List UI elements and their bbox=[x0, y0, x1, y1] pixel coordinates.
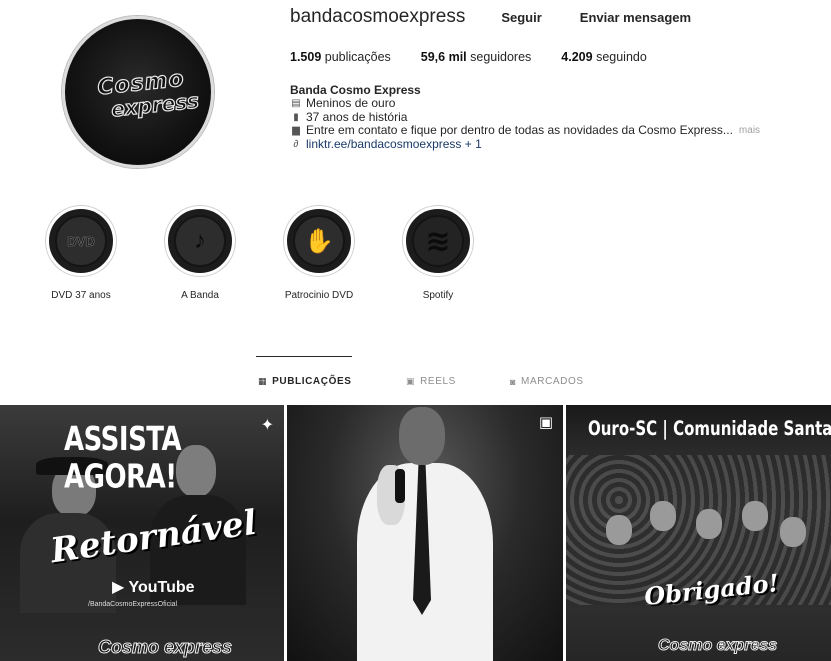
post-handle: /BandaCosmoExpressOficial bbox=[88, 601, 178, 608]
person-image bbox=[696, 509, 722, 539]
highlight-cover: ✋ bbox=[284, 206, 354, 276]
highlight-patrocinio[interactable]: ✋ Patrocinio DVD bbox=[264, 206, 374, 301]
story-highlights: DVD DVD 37 anos ♪ A Banda ✋ Patrocinio D… bbox=[0, 206, 831, 316]
tab-posts[interactable]: ▦ PUBLICAÇÕES bbox=[258, 376, 352, 387]
tab-label: REELS bbox=[420, 376, 456, 387]
highlight-spotify[interactable]: ≋ Spotify bbox=[383, 206, 493, 301]
person-image bbox=[399, 407, 445, 465]
bio-link[interactable]: linktr.ee/bandacosmoexpress + 1 bbox=[306, 137, 482, 151]
send-message-button[interactable]: Enviar mensagem bbox=[580, 8, 691, 27]
highlight-glyph: ✋ bbox=[304, 227, 334, 255]
highlight-cover: DVD bbox=[46, 206, 116, 276]
person-image bbox=[650, 501, 676, 531]
profile-tabs: ▦ PUBLICAÇÕES ▣ REELS ◙ MARCADOS bbox=[0, 356, 831, 396]
person-image bbox=[742, 501, 768, 531]
highlight-label: Spotify bbox=[422, 290, 454, 301]
profile-header: bandacosmoexpress Seguir Enviar mensagem bbox=[290, 6, 729, 28]
profile-stats: 1.509 publicações 59,6 mil seguidores 4.… bbox=[290, 50, 677, 64]
followers-count-value: 59,6 mil bbox=[420, 50, 467, 64]
username: bandacosmoexpress bbox=[290, 6, 466, 27]
handshake-icon: ✋ bbox=[293, 215, 345, 267]
posts-count: 1.509 publicações bbox=[290, 50, 391, 64]
following-count-label: seguindo bbox=[596, 50, 647, 64]
microphone-image bbox=[395, 469, 405, 503]
tab-tagged[interactable]: ◙ MARCADOS bbox=[510, 376, 584, 387]
posts-grid: ASSISTA AGORA! Retornável ▶ YouTube /Ban… bbox=[0, 405, 831, 661]
highlight-dvd[interactable]: DVD DVD 37 anos bbox=[26, 206, 136, 301]
medal-icon: ▤ bbox=[291, 98, 301, 110]
bio-line-text: 37 anos de história bbox=[306, 109, 408, 124]
post-tile[interactable]: Ouro-SC | Comunidade Santa lúcia Obrigad… bbox=[566, 405, 831, 661]
bio-more-link[interactable]: mais bbox=[739, 124, 760, 137]
reels-icon: ▣ bbox=[406, 376, 416, 386]
person-image bbox=[780, 517, 806, 547]
post-logo: Cosmo express bbox=[97, 637, 233, 658]
tab-reels[interactable]: ▣ REELS bbox=[406, 376, 456, 387]
link-icon: ∂ bbox=[293, 138, 299, 150]
youtube-label: ▶ YouTube bbox=[112, 579, 195, 596]
followers-count-label: seguidores bbox=[470, 50, 532, 64]
tab-label: MARCADOS bbox=[521, 376, 584, 387]
highlight-label: DVD 37 anos bbox=[51, 290, 111, 301]
pin-icon: ✦ bbox=[260, 417, 274, 434]
profile-avatar[interactable]: Cosmo express bbox=[62, 16, 214, 168]
phone-icon: ▆ bbox=[292, 125, 300, 137]
tab-label: PUBLICAÇÕES bbox=[272, 376, 352, 387]
drummer-icon: ♪ bbox=[174, 215, 226, 267]
bio-line-text: Meninos de ouro bbox=[306, 96, 396, 111]
post-headline: Ouro-SC | Comunidade Santa lúcia bbox=[588, 417, 831, 441]
bio-line-text: Entre em contato e fique por dentro de t… bbox=[306, 123, 733, 138]
highlight-glyph: ♪ bbox=[194, 227, 206, 254]
person-image bbox=[606, 515, 632, 545]
post-tile[interactable]: ▣ bbox=[287, 405, 563, 661]
following-count-value: 4.209 bbox=[561, 50, 593, 64]
bio-line: ▤ Meninos de ouro bbox=[290, 96, 760, 111]
following-count[interactable]: 4.209 seguindo bbox=[561, 50, 647, 64]
grid-icon: ▦ bbox=[258, 376, 268, 386]
dvd-icon: DVD bbox=[55, 215, 107, 267]
tagged-icon: ◙ bbox=[510, 376, 517, 387]
bio-link-row[interactable]: ∂ linktr.ee/bandacosmoexpress + 1 bbox=[290, 137, 760, 151]
bio-line: ▆ Entre em contato e fique por dentro de … bbox=[290, 123, 760, 138]
posts-count-label: publicações bbox=[324, 50, 391, 64]
candle-icon: ▮ bbox=[293, 111, 299, 123]
highlight-cover: ♪ bbox=[165, 206, 235, 276]
post-logo: Cosmo express bbox=[657, 637, 778, 655]
highlight-cover: ≋ bbox=[403, 206, 473, 276]
post-headline: ASSISTA AGORA! bbox=[64, 421, 182, 496]
reels-icon: ▣ bbox=[538, 414, 553, 431]
bio-line: ▮ 37 anos de história bbox=[290, 109, 760, 124]
follow-button[interactable]: Seguir bbox=[501, 8, 541, 27]
posts-count-value: 1.509 bbox=[290, 50, 322, 64]
active-tab-indicator bbox=[256, 356, 352, 357]
bio-name: Banda Cosmo Express bbox=[290, 83, 421, 97]
highlight-label: Patrocinio DVD bbox=[284, 290, 354, 301]
highlight-a-banda[interactable]: ♪ A Banda bbox=[145, 206, 255, 301]
post-tile[interactable]: ASSISTA AGORA! Retornável ▶ YouTube /Ban… bbox=[0, 405, 284, 661]
highlight-label: A Banda bbox=[181, 290, 219, 301]
highlight-glyph: ≋ bbox=[425, 224, 451, 258]
followers-count[interactable]: 59,6 mil seguidores bbox=[421, 50, 532, 64]
profile-bio: Banda Cosmo Express ▤ Meninos de ouro ▮ 37… bbox=[290, 83, 760, 151]
spotify-icon: ≋ bbox=[412, 215, 464, 267]
highlight-glyph: DVD bbox=[67, 233, 95, 249]
